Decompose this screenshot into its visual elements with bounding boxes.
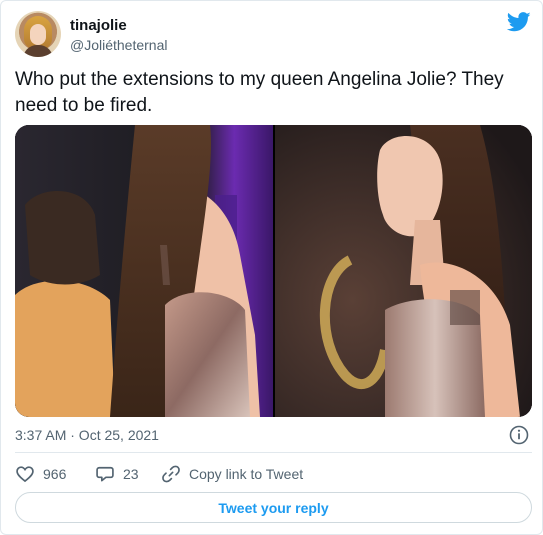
heart-icon	[16, 466, 34, 483]
twitter-bird-icon[interactable]	[507, 12, 531, 32]
reply-icon	[96, 466, 114, 482]
copy-link-label: Copy link to Tweet	[189, 466, 304, 482]
divider	[15, 452, 532, 453]
tweet-card: tinajolie @Joliétheternal Who put the ex…	[0, 0, 543, 535]
tweet-your-reply-button[interactable]: Tweet your reply	[15, 492, 532, 523]
tweet-photo-1[interactable]	[15, 125, 273, 417]
info-icon[interactable]	[509, 425, 529, 445]
like-button[interactable]: 966	[15, 463, 66, 485]
tweet-photo-2[interactable]	[275, 125, 532, 417]
user-handle[interactable]: @Joliétheternal	[70, 36, 168, 54]
link-icon	[162, 465, 180, 483]
avatar[interactable]	[15, 11, 61, 57]
tweet-actions: 966 23 Copy link to Tweet	[15, 463, 532, 485]
reply-button[interactable]: 23	[95, 463, 139, 485]
tweet-timestamp[interactable]: 3:37 AM · Oct 25, 2021	[15, 426, 159, 444]
like-count: 966	[43, 466, 67, 482]
tweet-header: tinajolie @Joliétheternal	[15, 11, 531, 61]
tweet-text: Who put the extensions to my queen Angel…	[15, 69, 504, 116]
reply-count: 23	[123, 466, 139, 482]
display-name[interactable]: tinajolie	[70, 17, 127, 35]
tweet-media	[15, 125, 532, 417]
copy-link-button[interactable]: Copy link to Tweet	[161, 463, 303, 485]
